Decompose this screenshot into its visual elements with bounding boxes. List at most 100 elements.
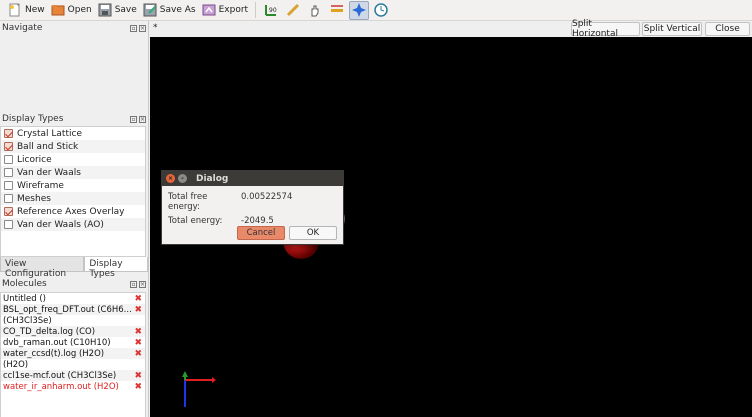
remove-molecule-icon[interactable]: ✖ — [134, 327, 142, 337]
total-energy-value: -2049.5 — [241, 216, 274, 226]
display-type-item[interactable]: Crystal Lattice — [1, 127, 145, 140]
new-button[interactable]: New — [8, 1, 45, 20]
energy-dialog: × – Dialog Total free energy: 0.00522574… — [161, 170, 344, 245]
svg-text:90: 90 — [269, 7, 277, 14]
new-file-icon — [8, 3, 22, 17]
save-icon — [98, 3, 112, 17]
float-icon[interactable]: ▫ — [130, 280, 137, 288]
remove-molecule-icon[interactable]: ✖ — [134, 338, 142, 348]
molecule-label: (CH3Cl3Se) — [3, 315, 52, 326]
float-icon[interactable]: ▫ — [130, 24, 137, 32]
navigate-dock-title: Navigate ▫ × — [0, 21, 148, 35]
main-toolbar: New Open Save Save As Export 90 — [0, 0, 752, 21]
molecules-dock-title: Molecules ▫ × — [0, 277, 148, 291]
clock-icon[interactable] — [371, 1, 391, 20]
display-type-item[interactable]: Ball and Stick — [1, 140, 145, 153]
split-vertical-button[interactable]: Split Vertical — [642, 22, 702, 36]
display-types-list: Crystal Lattice Ball and Stick Licorice Van… — [0, 126, 146, 257]
molecule-item[interactable]: dvb_raman.out (C10H10) ✖ — [1, 337, 145, 348]
molecule-label: ccl1se-mcf.out (CH3Cl3Se) — [3, 370, 117, 381]
folder-icon — [51, 3, 65, 17]
molecule-item[interactable]: water_ccsd(t).log (H2O) ✖ — [1, 348, 145, 359]
molecule-label: CO_TD_delta.log (CO) — [3, 326, 96, 337]
close-view-button[interactable]: Close — [705, 22, 750, 36]
axis-y-arrow — [182, 371, 188, 377]
close-icon[interactable]: × — [139, 24, 146, 32]
export-button[interactable]: Export — [202, 1, 248, 20]
molecule-item[interactable]: BSL_opt_freq_DFT.out (C6H6... ✖ — [1, 304, 145, 315]
tab-view-configuration[interactable]: View Configuration — [0, 257, 85, 279]
checkbox[interactable] — [4, 168, 13, 177]
display-type-item[interactable]: Licorice — [1, 153, 145, 166]
checkbox[interactable] — [4, 220, 13, 229]
checkbox[interactable] — [4, 155, 13, 164]
display-type-label: Wireframe — [17, 180, 64, 191]
molecule-item[interactable]: (CH3Cl3Se) — [1, 315, 145, 326]
navigate-tool-icon[interactable] — [349, 0, 370, 20]
display-type-label: Meshes — [17, 193, 51, 204]
dialog-titlebar: × – Dialog — [162, 171, 343, 186]
close-icon[interactable]: × — [139, 280, 146, 288]
molecules-list: Untitled () ✖ BSL_opt_freq_DFT.out (C6H6..… — [0, 292, 146, 417]
molecule-label: BSL_opt_freq_DFT.out (C6H6... — [3, 304, 132, 315]
total-energy-row: Total energy: -2049.5 — [168, 216, 343, 226]
remove-molecule-icon[interactable]: ✖ — [134, 371, 142, 381]
ruler-icon[interactable] — [283, 1, 303, 20]
molecule-label: (H2O) — [3, 359, 29, 370]
ok-button[interactable]: OK — [289, 226, 337, 240]
export-label: Export — [218, 5, 249, 15]
remove-molecule-icon[interactable]: ✖ — [134, 349, 142, 359]
float-icon[interactable]: ▫ — [130, 115, 137, 123]
display-type-label: Crystal Lattice — [17, 128, 82, 139]
display-types-dock-title: Display Types ▫ × — [0, 112, 148, 126]
open-button[interactable]: Open — [51, 1, 92, 20]
checkbox[interactable] — [4, 181, 13, 190]
checkbox[interactable] — [4, 142, 13, 151]
display-type-label: Licorice — [17, 154, 52, 165]
molecule-item[interactable]: Untitled () ✖ — [1, 293, 145, 304]
display-type-item[interactable]: Wireframe — [1, 179, 145, 192]
export-icon — [202, 3, 216, 17]
dialog-buttons: Cancel OK — [237, 226, 337, 240]
new-label: New — [25, 5, 45, 15]
save-as-label: Save As — [159, 5, 196, 15]
dialog-minimize-icon[interactable]: – — [178, 174, 187, 183]
molecule-label: Untitled () — [3, 293, 46, 304]
display-type-label: Ball and Stick — [17, 141, 79, 152]
display-type-label: Van der Waals (AO) — [17, 219, 104, 230]
display-type-label: Reference Axes Overlay — [17, 206, 125, 217]
split-horizontal-button[interactable]: Split Horizontal — [571, 19, 640, 39]
molecule-item[interactable]: ccl1se-mcf.out (CH3Cl3Se) ✖ — [1, 370, 145, 381]
cancel-button[interactable]: Cancel — [237, 226, 285, 240]
molecule-item[interactable]: water_ir_anharm.out (H2O) ✖ — [1, 381, 145, 392]
open-label: Open — [67, 5, 92, 15]
molecule-item[interactable]: (H2O) — [1, 359, 145, 370]
remove-molecule-icon[interactable]: ✖ — [134, 305, 142, 315]
molecule-item[interactable]: CO_TD_delta.log (CO) ✖ — [1, 326, 145, 337]
remove-molecule-icon[interactable]: ✖ — [134, 294, 142, 304]
checkbox[interactable] — [4, 207, 13, 216]
display-type-item[interactable]: Reference Axes Overlay — [1, 205, 145, 218]
free-energy-row: Total free energy: 0.00522574 — [168, 192, 343, 212]
save-label: Save — [114, 5, 137, 15]
checkbox[interactable] — [4, 194, 13, 203]
save-button[interactable]: Save — [98, 1, 137, 20]
left-dock-panel: Navigate ▫ × Display Types ▫ × Crystal Lat… — [0, 21, 149, 417]
display-type-item[interactable]: Van der Waals (AO) — [1, 218, 145, 231]
save-as-button[interactable]: Save As — [143, 1, 196, 20]
dialog-close-icon[interactable]: × — [166, 174, 175, 183]
save-as-icon — [143, 3, 157, 17]
toolbar-separator — [255, 2, 257, 18]
tab-display-types[interactable]: Display Types — [84, 257, 148, 279]
total-energy-label: Total energy: — [168, 216, 223, 226]
remove-molecule-icon[interactable]: ✖ — [134, 382, 142, 392]
checkbox[interactable] — [4, 129, 13, 138]
display-type-item[interactable]: Meshes — [1, 192, 145, 205]
angle-tool-icon[interactable]: 90 — [261, 1, 281, 20]
axis-x-arrow — [212, 377, 216, 383]
display-type-item[interactable]: Van der Waals — [1, 166, 145, 179]
display-types-title: Display Types — [2, 114, 64, 124]
close-icon[interactable]: × — [139, 115, 146, 123]
hand-icon[interactable] — [305, 1, 325, 20]
measure-distance-icon[interactable] — [327, 1, 347, 20]
